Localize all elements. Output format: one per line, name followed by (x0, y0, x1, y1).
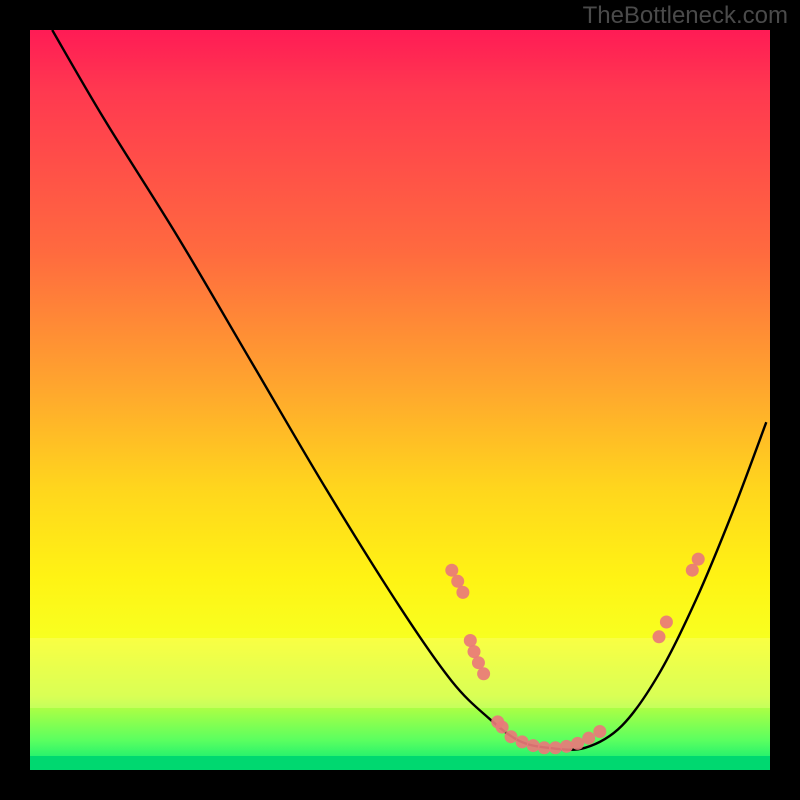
data-point (538, 741, 551, 754)
data-point (660, 616, 673, 629)
data-point (456, 586, 469, 599)
data-point (571, 737, 584, 750)
watermark-text: TheBottleneck.com (583, 2, 788, 30)
data-point-group (445, 553, 704, 755)
data-point (593, 725, 606, 738)
data-point (464, 634, 477, 647)
data-point (477, 667, 490, 680)
data-point (516, 735, 529, 748)
data-point (560, 740, 573, 753)
data-point (468, 645, 481, 658)
data-point (653, 630, 666, 643)
data-point (496, 721, 509, 734)
data-point (505, 730, 518, 743)
data-point (527, 739, 540, 752)
data-point (686, 564, 699, 577)
chart-frame: TheBottleneck.com (0, 0, 800, 800)
data-point (582, 732, 595, 745)
data-point (472, 656, 485, 669)
curve-overlay (30, 30, 770, 770)
data-point (549, 741, 562, 754)
plot-area (30, 30, 770, 770)
data-point (692, 553, 705, 566)
data-point (451, 575, 464, 588)
data-point (445, 564, 458, 577)
